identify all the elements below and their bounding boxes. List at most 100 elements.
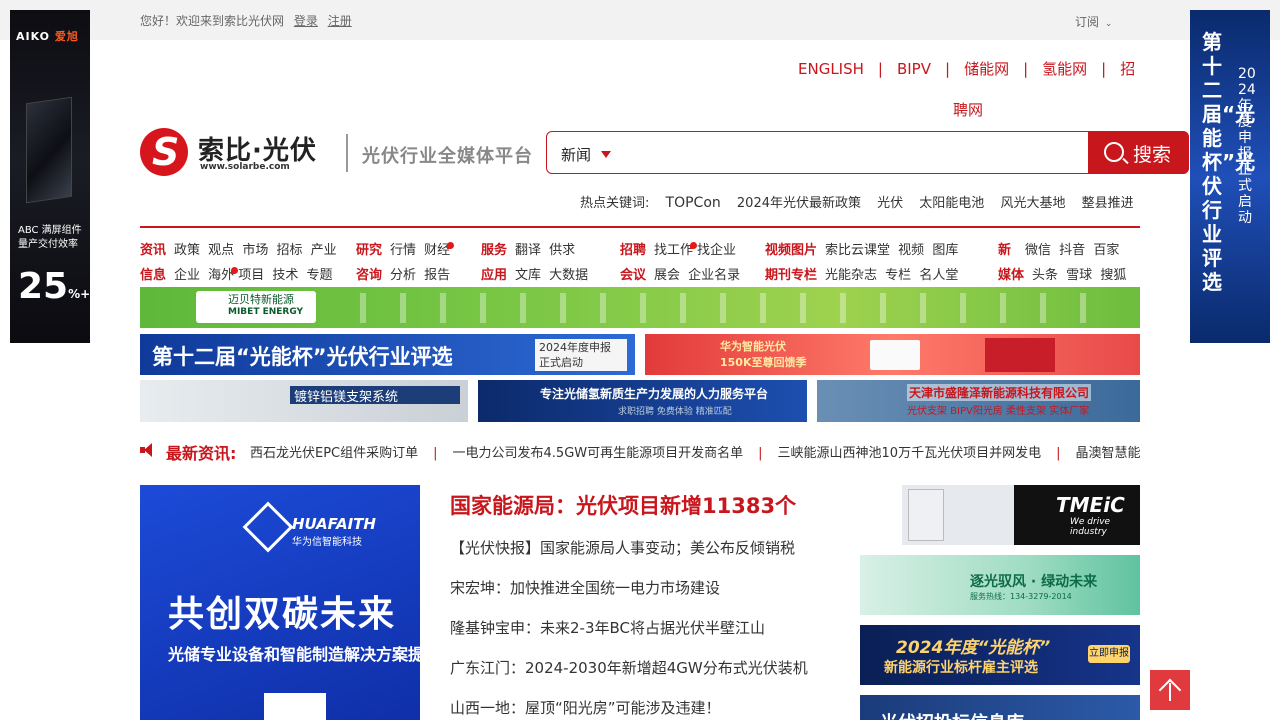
keyword-link[interactable]: 2024年光伏最新政策 (737, 196, 861, 211)
back-to-top-button[interactable] (1150, 670, 1190, 710)
news-link[interactable]: 一电力公司发布4.5GW可再生能源项目开发商名单 (453, 446, 744, 461)
nav-head[interactable]: 咨询 (356, 268, 382, 283)
login-link[interactable]: 登录 (294, 14, 318, 28)
award-banner-ad[interactable]: 第十二届“光能杯”光伏行业评选 2024年度申报 正式启动 (140, 334, 635, 375)
tianjin-banner-ad[interactable]: 天津市盛隆泽新能源科技有限公司 光伏支架 BIPV阳光房 柔性支架 实体厂家 (817, 380, 1140, 422)
nav-head[interactable]: 媒体 (998, 268, 1024, 283)
ad-brand: HUAFAITH (292, 515, 376, 533)
headline-item[interactable]: 【光伏快报】国家能源局人事变动；美公布反倾销税 (450, 537, 850, 560)
nav-head[interactable]: 招聘 (620, 243, 646, 258)
site-logo[interactable]: 索比·光伏 www.solarbe.com 光伏行业全媒体平台 (140, 128, 545, 178)
nav-item[interactable]: 微信 (1025, 243, 1051, 258)
nav-head[interactable]: 服务 (481, 243, 507, 258)
nav-head[interactable]: 新 (998, 243, 1011, 258)
bracket-banner-ad[interactable]: 镀锌铝镁支架系统 (140, 380, 468, 422)
nav-head[interactable]: 资讯 (140, 243, 166, 258)
news-ticker-label: 最新资讯: (166, 444, 237, 462)
nav-item[interactable]: 抖音 (1059, 243, 1085, 258)
solar-panel-image (26, 96, 72, 204)
nav-item[interactable]: 专栏 (885, 268, 911, 283)
link-storage[interactable]: 储能网 (964, 60, 1009, 78)
nav-item[interactable]: 行情 (390, 243, 416, 258)
keyword-link[interactable]: TOPCon (666, 195, 721, 211)
nav-item[interactable]: 找企业 (697, 243, 736, 258)
nav-item[interactable]: 供求 (549, 243, 575, 258)
nav-item[interactable]: 项目 (238, 268, 264, 283)
nav-item[interactable]: 招标 (276, 243, 302, 258)
headline-item[interactable]: 隆基钟宝申：未来2-3年BC将占据光伏半壁江山 (450, 617, 850, 640)
nav-item[interactable]: 展会 (654, 268, 680, 283)
nav-item[interactable]: 光能杂志 (825, 268, 877, 283)
headline-item[interactable]: 广东江门：2024-2030年新增超4GW分布式光伏装机 (450, 657, 850, 680)
nav-item[interactable]: 观点 (208, 243, 234, 258)
nav-item[interactable]: 财经 (424, 243, 450, 258)
nav-item[interactable]: 企业名录 (688, 268, 740, 283)
nav-item[interactable]: 百家 (1093, 243, 1119, 258)
nav-item[interactable]: 文库 (515, 268, 541, 283)
link-bipv[interactable]: BIPV (897, 60, 931, 78)
nav-item[interactable]: 市场 (242, 243, 268, 258)
search-button[interactable]: 搜索 (1088, 131, 1189, 174)
nav-item[interactable]: 海外 (208, 268, 234, 283)
register-link[interactable]: 注册 (328, 14, 352, 28)
cabinet-image (908, 489, 944, 541)
tmeic-ad[interactable]: TMEiC We drive industry (860, 485, 1140, 545)
nav-item[interactable]: 政策 (174, 243, 200, 258)
ad-brand-cn: 华为信智能科技 (292, 537, 362, 548)
nav-head[interactable]: 视频图片 (765, 243, 817, 258)
huawei-banner-ad[interactable]: 华为智能光伏 150K至尊回馈季 (645, 334, 1140, 375)
link-hydrogen[interactable]: 氢能网 (1042, 60, 1087, 78)
nav-item[interactable]: 找工作 (654, 243, 693, 258)
nav-item[interactable]: 名人堂 (919, 268, 958, 283)
nav-item[interactable]: 雪球 (1066, 268, 1092, 283)
top-bar: 您好！欢迎来到索比光伏网 登录 注册 订阅 ⌄ (0, 0, 1280, 40)
link-jobs[interactable]: 招 (1120, 60, 1135, 78)
nav-item[interactable]: 搜狐 (1100, 268, 1126, 283)
hr-banner-ad[interactable]: 专注光储氢新质生产力发展的人力服务平台 求职招聘 免费体验 精准匹配 (478, 380, 807, 422)
headline-item[interactable]: 山西一地：屋顶“阳光房”可能涉及违建！ (450, 697, 850, 720)
nav-item[interactable]: 企业 (174, 268, 200, 283)
nav-head[interactable]: 会议 (620, 268, 646, 283)
nav-head[interactable]: 研究 (356, 243, 382, 258)
search-input[interactable] (627, 138, 1077, 168)
nav-head[interactable]: 期刊专栏 (765, 268, 817, 283)
nav-item[interactable]: 视频 (898, 243, 924, 258)
tender-ad[interactable]: 光伏招投标信息库 (860, 695, 1140, 720)
keyword-link[interactable]: 太阳能电池 (919, 196, 984, 211)
nav-item[interactable]: 技术 (272, 268, 298, 283)
nav-head[interactable]: 应用 (481, 268, 507, 283)
headline-item[interactable]: 宋宏坤：加快推进全国统一电力市场建设 (450, 577, 850, 600)
top-headline[interactable]: 国家能源局：光伏项目新增11383个 (450, 490, 850, 520)
right-side-ad[interactable]: 第十二届“光能杯”光伏行业评选 2024年度申报正式启动 (1190, 10, 1270, 343)
nav-item[interactable]: 索比云课堂 (825, 243, 890, 258)
huafaith-ad[interactable]: HUAFAITH 华为信智能科技 共创双碳未来 光储专业设备和智能制造解决方案提 (140, 485, 420, 720)
news-link[interactable]: 晶澳智慧能 (1075, 446, 1140, 461)
nav-item[interactable]: 专题 (307, 268, 333, 283)
mibet-banner-ad[interactable]: 迈贝特新能源 MIBET ENERGY (140, 287, 1140, 328)
keyword-link[interactable]: 风光大基地 (1000, 196, 1065, 211)
news-link[interactable]: 三峡能源山西神池10万千瓦光伏项目并网发电 (778, 446, 1042, 461)
keyword-link[interactable]: 整县推进 (1082, 196, 1134, 211)
nav-item[interactable]: 报告 (424, 268, 450, 283)
search-category-select[interactable]: 新闻 (561, 144, 611, 165)
link-jobs-wrap[interactable]: 聘网 (953, 99, 983, 120)
ad-subtitle: 2024年度申报正式启动 (1238, 66, 1256, 226)
welcome-text: 您好！欢迎来到索比光伏网 (140, 14, 285, 28)
news-link[interactable]: 西石龙光伏EPC组件采购订单 (250, 446, 418, 461)
keyword-link[interactable]: 光伏 (877, 196, 903, 211)
nav-item[interactable]: 分析 (390, 268, 416, 283)
nav-item[interactable]: 头条 (1032, 268, 1058, 283)
left-side-ad[interactable]: AIKO 爱旭 ABC 满屏组件 量产交付效率 25%+ (10, 10, 90, 343)
nav-item[interactable]: 大数据 (549, 268, 588, 283)
subscribe-dropdown[interactable]: 订阅 ⌄ (1075, 13, 1112, 30)
nav-item[interactable]: 产业 (311, 243, 337, 258)
ad-subtitle: 新能源行业标杆雇主评选 (884, 660, 1038, 676)
apply-button[interactable]: 立即申报 (1088, 645, 1130, 663)
green-energy-ad[interactable]: 逐光驭风 · 绿动未来 服务热线：134-3279-2014 (860, 555, 1140, 615)
inverter-image (870, 340, 920, 370)
link-english[interactable]: ENGLISH (798, 60, 864, 78)
nav-item[interactable]: 翻译 (515, 243, 541, 258)
nav-head[interactable]: 信息 (140, 268, 166, 283)
employer-award-ad[interactable]: 2024年度“光能杯” 新能源行业标杆雇主评选 立即申报 (860, 625, 1140, 685)
nav-item[interactable]: 图库 (932, 243, 958, 258)
